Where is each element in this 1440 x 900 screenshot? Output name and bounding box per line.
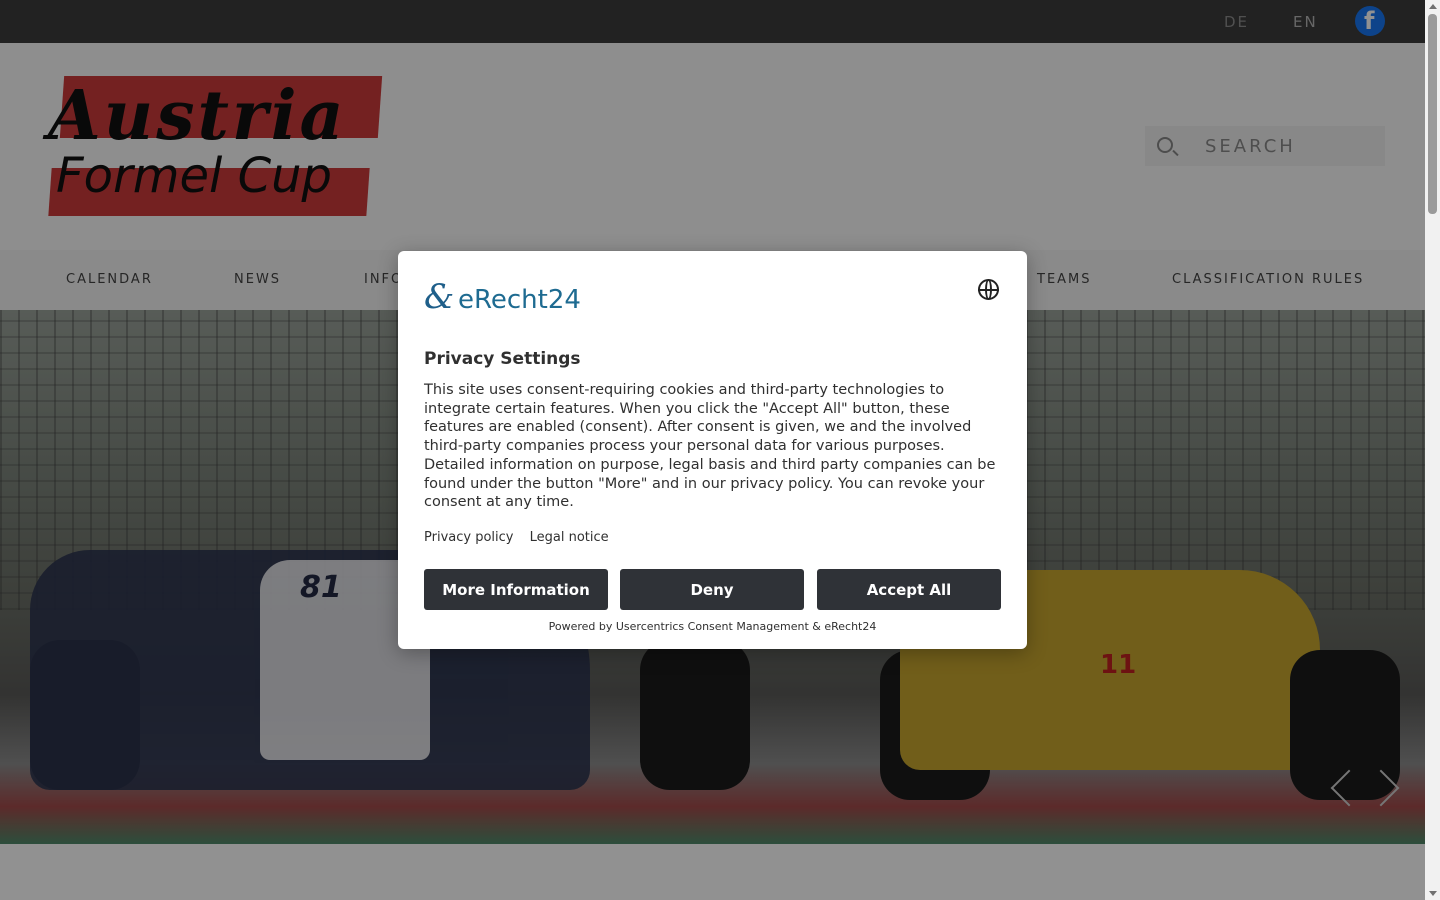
scroll-down-icon[interactable]	[1429, 891, 1437, 896]
more-information-button[interactable]: More Information	[424, 569, 608, 610]
erecht24-wordmark: eRecht24	[458, 285, 581, 315]
dialog-links: Privacy policy Legal notice	[424, 530, 621, 545]
page-scrollbar[interactable]	[1425, 0, 1440, 900]
deny-button[interactable]: Deny	[620, 569, 804, 610]
scrollbar-thumb[interactable]	[1428, 14, 1437, 214]
privacy-settings-dialog: & eRecht24 Privacy Settings This site us…	[398, 251, 1027, 649]
language-globe-icon[interactable]	[978, 279, 999, 300]
privacy-policy-link[interactable]: Privacy policy	[424, 530, 513, 545]
erecht24-mark-icon: &	[424, 277, 455, 317]
powered-by-text: Powered by Usercentrics Consent Manageme…	[548, 620, 877, 633]
legal-notice-link[interactable]: Legal notice	[530, 530, 609, 545]
scroll-up-icon[interactable]	[1429, 4, 1437, 9]
dialog-description: This site uses consent-requiring cookies…	[424, 382, 996, 511]
dialog-title: Privacy Settings	[424, 349, 581, 369]
accept-all-button[interactable]: Accept All	[817, 569, 1001, 610]
erecht24-logo: & eRecht24	[424, 277, 586, 317]
